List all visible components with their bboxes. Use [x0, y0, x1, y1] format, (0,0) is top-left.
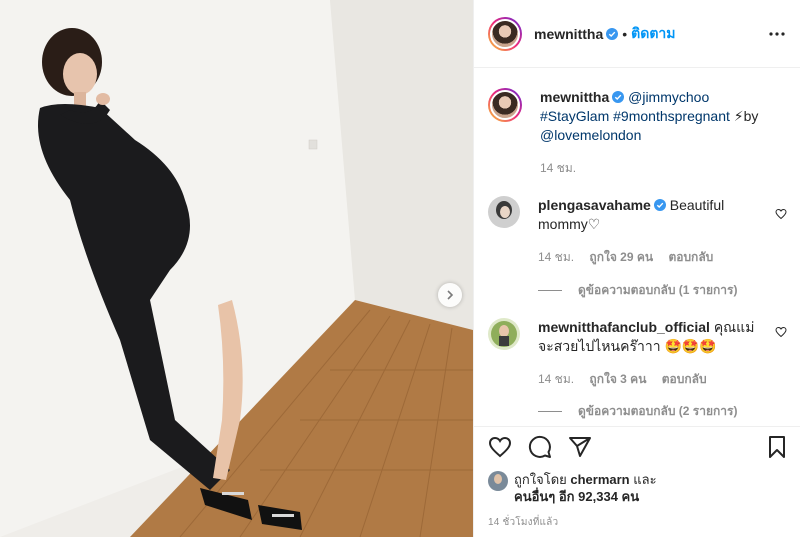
photo-scene	[0, 0, 473, 537]
comment-meta: 14 ชม. ถูกใจ 29 คน ตอบกลับ	[538, 248, 758, 267]
verified-badge-icon	[653, 199, 666, 211]
caption-by: by	[743, 108, 759, 124]
verified-badge-icon	[606, 27, 619, 40]
next-photo-button[interactable]	[438, 283, 462, 307]
emoji: ⚡	[733, 108, 744, 124]
action-icons	[488, 435, 608, 459]
follow-button[interactable]: ติดตาม	[631, 23, 675, 45]
comment-time[interactable]: 14 ชม.	[538, 250, 574, 264]
view-replies-label: ดูข้อความตอบกลับ (2 รายการ)	[578, 404, 738, 418]
likes-summary: ถูกใจโดย chermarn และ คนอื่นๆ อีก 92,334…	[488, 471, 657, 505]
likes-and: และ	[633, 472, 657, 487]
comment-item: mewnitthafanclub_official คุณแม่จะสวยไปไ…	[488, 318, 788, 389]
credit-link[interactable]: @lovemelondon	[540, 127, 641, 143]
comment-item: plengasavahame Beautiful mommy♡ 14 ชม. ถ…	[488, 196, 788, 267]
post-sidebar: mewnittha • ติดตาม mewnittha @jimmychoo …	[473, 0, 800, 537]
comment-text-block: plengasavahame Beautiful mommy♡	[538, 196, 758, 234]
replies-divider	[538, 290, 562, 291]
comments-section: mewnittha @jimmychoo #StayGlam #9monthsp…	[474, 68, 800, 426]
separator-dot: •	[622, 25, 628, 42]
mention-link[interactable]: @jimmychoo	[628, 89, 709, 105]
comment-likes[interactable]: ถูกใจ 3 คน	[589, 372, 646, 386]
caption-username[interactable]: mewnittha	[540, 89, 609, 105]
author-avatar[interactable]	[488, 16, 522, 51]
chevron-right-icon	[447, 290, 454, 300]
post-header: mewnittha • ติดตาม	[474, 0, 800, 68]
post-photo[interactable]	[0, 0, 473, 537]
liker-username[interactable]: chermarn	[570, 472, 629, 487]
comment-like-icon[interactable]	[775, 326, 787, 338]
comment-likes[interactable]: ถูกใจ 29 คน	[589, 250, 653, 264]
commenter-avatar[interactable]	[488, 196, 520, 228]
author-info: mewnittha • ติดตาม	[534, 23, 676, 45]
instagram-post: mewnittha • ติดตาม mewnittha @jimmychoo …	[0, 0, 800, 537]
comment-username[interactable]: mewnitthafanclub_official	[538, 319, 710, 335]
author-username[interactable]: mewnittha	[534, 26, 603, 42]
liker-avatar[interactable]	[488, 471, 508, 491]
caption-time[interactable]: 14 ชม.	[540, 161, 576, 175]
reply-button[interactable]: ตอบกลับ	[668, 250, 713, 264]
verified-badge-icon	[612, 91, 625, 103]
likes-text: ถูกใจโดย chermarn และ คนอื่นๆ อีก 92,334…	[514, 471, 657, 505]
reply-button[interactable]: ตอบกลับ	[662, 372, 707, 386]
commenter-avatar-image	[488, 196, 520, 228]
comment-meta: 14 ชม. ถูกใจ 3 คน ตอบกลับ	[538, 370, 758, 389]
replies-divider	[538, 411, 562, 412]
comment-time[interactable]: 14 ชม.	[538, 372, 574, 386]
caption-avatar[interactable]	[488, 88, 522, 122]
post-actions: ถูกใจโดย chermarn และ คนอื่นๆ อีก 92,334…	[474, 426, 800, 537]
comment-username[interactable]: plengasavahame	[538, 197, 651, 213]
commenter-avatar[interactable]	[488, 318, 520, 350]
post-timestamp[interactable]: 14 ชั่วโมงที่แล้ว	[488, 515, 558, 530]
caption-meta: 14 ชม.	[540, 159, 780, 178]
comment-like-icon[interactable]	[775, 208, 787, 220]
caption-text: mewnittha @jimmychoo #StayGlam #9monthsp…	[540, 88, 780, 145]
view-replies-button[interactable]: ดูข้อความตอบกลับ (2 รายการ)	[538, 402, 737, 421]
more-options-button[interactable]	[767, 24, 787, 44]
bookmark-icon[interactable]	[765, 435, 789, 459]
view-replies-button[interactable]: ดูข้อความตอบกลับ (1 รายการ)	[538, 281, 737, 300]
heart-icon[interactable]	[488, 435, 512, 459]
likes-count[interactable]: คนอื่นๆ อีก 92,334 คน	[514, 489, 639, 504]
comment-text-block: mewnitthafanclub_official คุณแม่จะสวยไปไ…	[538, 318, 758, 356]
share-icon[interactable]	[568, 435, 592, 459]
likes-prefix: ถูกใจโดย	[514, 472, 567, 487]
liker-avatar-image	[488, 471, 508, 491]
hashtag-links[interactable]: #StayGlam #9monthspregnant	[540, 108, 730, 124]
comment-icon[interactable]	[528, 435, 552, 459]
caption: mewnittha @jimmychoo #StayGlam #9monthsp…	[488, 88, 788, 178]
view-replies-label: ดูข้อความตอบกลับ (1 รายการ)	[578, 283, 738, 297]
commenter-avatar-image	[488, 318, 520, 350]
more-icon	[769, 32, 785, 36]
